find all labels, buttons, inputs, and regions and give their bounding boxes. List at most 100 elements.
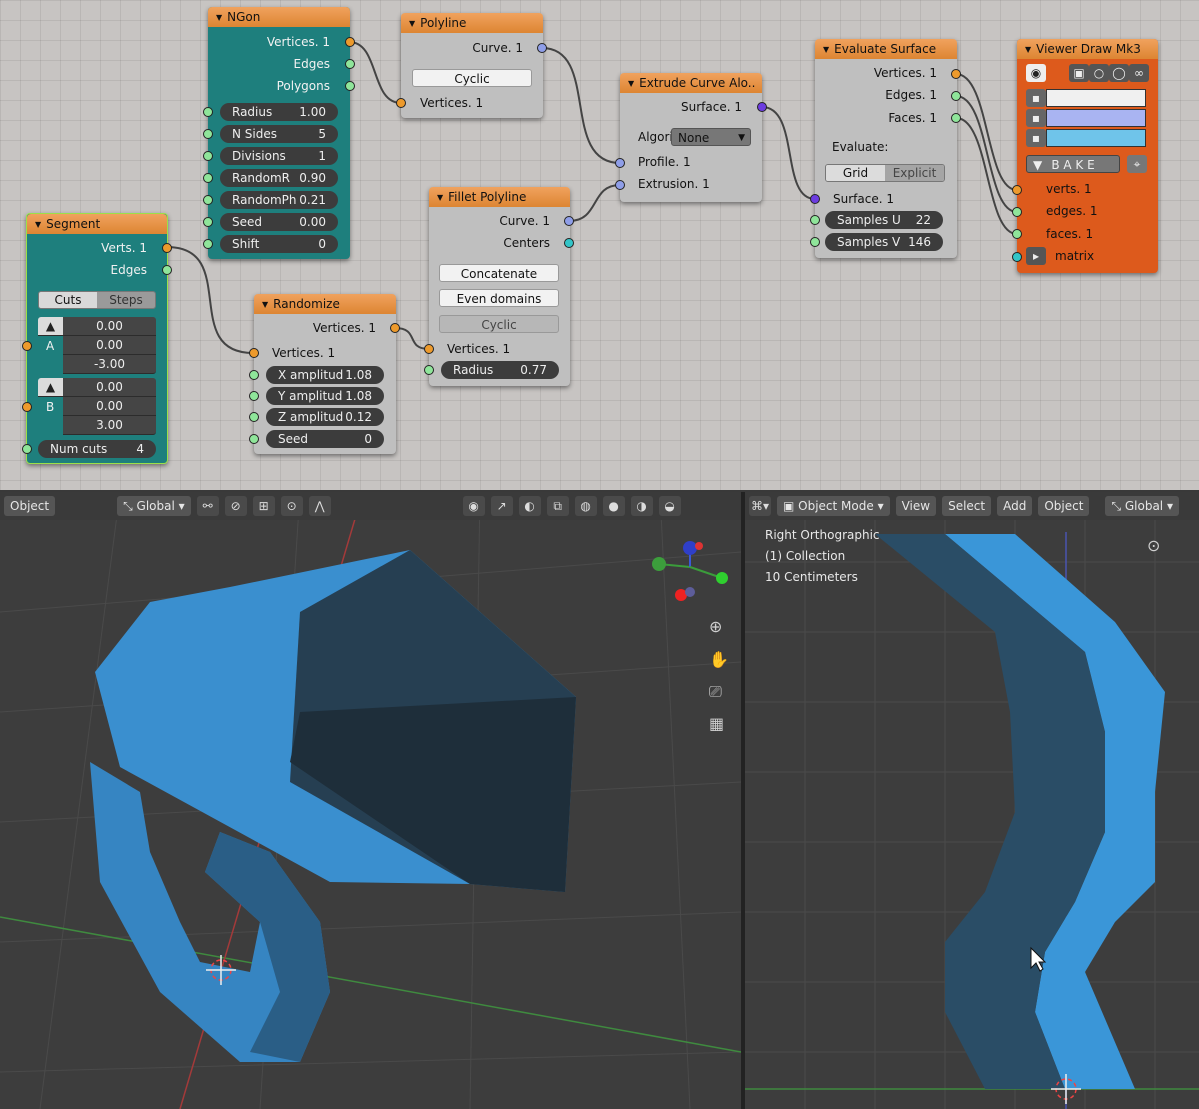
zoom-icon[interactable]: ⊕: [709, 617, 722, 636]
segment-verts-socket[interactable]: [162, 243, 172, 253]
randomize-x-socket[interactable]: [249, 370, 259, 380]
collapse-arrow-icon[interactable]: ▼: [262, 295, 268, 314]
evaluate-samples-u-socket[interactable]: [810, 215, 820, 225]
ngon-shift-field[interactable]: Shift 0: [220, 235, 338, 253]
gizmo-icon[interactable]: ↗: [490, 496, 513, 516]
extrude-extrusion-socket[interactable]: [615, 180, 625, 190]
viewer-faces-socket[interactable]: [1012, 229, 1022, 239]
edge-color-swatch[interactable]: [1046, 109, 1146, 127]
tab-grid[interactable]: Grid: [826, 165, 885, 181]
ngon-vertices-socket[interactable]: [345, 37, 355, 47]
ngon-seed-socket[interactable]: [203, 217, 213, 227]
ngon-node-header[interactable]: ▼ NGon: [208, 7, 350, 27]
segment-b-socket[interactable]: [22, 402, 32, 412]
segment-a-y[interactable]: 0.00: [63, 336, 156, 355]
randomize-y-field[interactable]: Y amplitud 1.08: [266, 387, 384, 405]
segment-a-toggle[interactable]: ▲: [38, 317, 63, 336]
randomize-y-socket[interactable]: [249, 391, 259, 401]
extrude-curve-node[interactable]: ▼ Extrude Curve Alo.. Surface. 1 Algori N…: [615, 73, 767, 202]
evaluate-node-header[interactable]: ▼ Evaluate Surface: [815, 39, 957, 59]
xray-icon[interactable]: ⧉: [546, 496, 569, 516]
ngon-radius-field[interactable]: Radius 1.00: [220, 103, 338, 121]
randomize-node-header[interactable]: ▼ Randomize: [254, 294, 396, 314]
matrix-icon[interactable]: ▸: [1026, 247, 1046, 265]
circle-icon[interactable]: ◯: [1109, 64, 1129, 82]
randomize-z-socket[interactable]: [249, 412, 259, 422]
segment-numcuts-socket[interactable]: [22, 444, 32, 454]
face-color-swatch[interactable]: [1046, 129, 1146, 147]
segment-edges-socket[interactable]: [162, 265, 172, 275]
snap-target-icon[interactable]: ⊞: [252, 496, 275, 516]
link-icon[interactable]: ∞: [1129, 64, 1149, 82]
viewport-right-orthographic[interactable]: ⌘▾ ▣ Object Mode ▾ View Select Add Objec…: [745, 492, 1199, 1109]
fillet-radius-socket[interactable]: [424, 365, 434, 375]
material-shading-icon[interactable]: ◑: [630, 496, 653, 516]
segment-b-y[interactable]: 0.00: [63, 397, 156, 416]
tab-cuts[interactable]: Cuts: [39, 292, 97, 308]
ngon-node[interactable]: ▼ NGon Vertices. 1 Edges Polygons Radius 1…: [203, 7, 355, 259]
ngon-seed-field[interactable]: Seed 0.00: [220, 213, 338, 231]
segment-b-x[interactable]: 0.00: [63, 378, 156, 397]
randomize-input-socket[interactable]: [249, 348, 259, 358]
cube-icon[interactable]: ▣: [1069, 64, 1089, 82]
collapse-arrow-icon[interactable]: ▼: [823, 40, 829, 59]
randomize-z-field[interactable]: Z amplitud 0.12: [266, 408, 384, 426]
face-color-icon[interactable]: ▪: [1026, 129, 1046, 147]
fillet-polyline-node[interactable]: ▼ Fillet Polyline Curve. 1 Centers Concat…: [424, 187, 574, 386]
segment-b-z[interactable]: 3.00: [63, 416, 156, 435]
sphere-icon[interactable]: ○: [1089, 64, 1109, 82]
ngon-shift-socket[interactable]: [203, 239, 213, 249]
polyline-node[interactable]: ▼ Polyline Curve. 1 Cyclic Vertices. 1: [396, 13, 547, 118]
collapse-arrow-icon[interactable]: ▼: [1025, 40, 1031, 59]
fillet-even-domains-toggle[interactable]: Even domains: [439, 289, 559, 307]
vertex-color-icon[interactable]: ▪: [1026, 89, 1046, 107]
evaluate-mode-tabs[interactable]: Grid Explicit: [825, 164, 945, 182]
fillet-curve-socket[interactable]: [564, 216, 574, 226]
pan-hand-icon[interactable]: ✋: [709, 650, 729, 669]
segment-a-z[interactable]: -3.00: [63, 355, 156, 374]
evaluate-edges-socket[interactable]: [951, 91, 961, 101]
object-menu[interactable]: Object: [1038, 496, 1090, 516]
extrude-profile-socket[interactable]: [615, 158, 625, 168]
randomize-output-socket[interactable]: [390, 323, 400, 333]
crosshair-icon[interactable]: ⌖: [1127, 155, 1147, 173]
evaluate-surface-node[interactable]: ▼ Evaluate Surface Vertices. 1 Edges. 1 F…: [810, 39, 961, 258]
view-center-icon[interactable]: ⊙: [1147, 536, 1160, 555]
viewer-verts-socket[interactable]: [1012, 185, 1022, 195]
segment-a-x[interactable]: 0.00: [63, 317, 156, 336]
vertex-color-swatch[interactable]: [1046, 89, 1146, 107]
viewer-matrix-socket[interactable]: [1012, 252, 1022, 262]
ngon-randomr-field[interactable]: RandomR 0.90: [220, 169, 338, 187]
polyline-node-header[interactable]: ▼ Polyline: [401, 13, 543, 33]
falloff-icon[interactable]: ⋀: [308, 496, 331, 516]
visibility-icon[interactable]: ◉: [462, 496, 485, 516]
fillet-radius-field[interactable]: Radius 0.77: [441, 361, 559, 379]
ngon-divisions-field[interactable]: Divisions 1: [220, 147, 338, 165]
select-menu[interactable]: Select: [942, 496, 992, 516]
viewer-edges-socket[interactable]: [1012, 207, 1022, 217]
collapse-arrow-icon[interactable]: ▼: [216, 8, 222, 27]
rendered-shading-icon[interactable]: ◒: [658, 496, 681, 516]
ngon-randomph-field[interactable]: RandomPh 0.21: [220, 191, 338, 209]
fillet-centers-socket[interactable]: [564, 238, 574, 248]
object-menu[interactable]: Object: [4, 496, 56, 516]
wireframe-shading-icon[interactable]: ◍: [574, 496, 597, 516]
ngon-radius-socket[interactable]: [203, 107, 213, 117]
ngon-nsides-socket[interactable]: [203, 129, 213, 139]
extrude-surface-socket[interactable]: [757, 102, 767, 112]
mode-select[interactable]: ▣ Object Mode ▾: [777, 496, 890, 516]
segment-a-socket[interactable]: [22, 341, 32, 351]
segment-node[interactable]: ▼ Segment Verts. 1 Edges Cuts Steps ▲ 0.0…: [22, 213, 172, 464]
segment-mode-tabs[interactable]: Cuts Steps: [38, 291, 156, 309]
collapse-arrow-icon[interactable]: ▼: [35, 215, 41, 234]
viewport-perspective[interactable]: Object ⤡ Global ▾ ⚯ ⊘ ⊞ ⊙ ⋀ ◉ ↗ ◐ ⧉ ◍ ● …: [0, 492, 741, 1109]
segment-b-toggle[interactable]: ▲: [38, 378, 63, 397]
polyline-vertices-socket[interactable]: [396, 98, 406, 108]
randomize-seed-socket[interactable]: [249, 434, 259, 444]
extrude-node-header[interactable]: ▼ Extrude Curve Alo..: [620, 73, 762, 93]
solid-shading-icon[interactable]: ●: [602, 496, 625, 516]
fillet-vertices-socket[interactable]: [424, 344, 434, 354]
collapse-arrow-icon[interactable]: ▼: [409, 14, 415, 33]
proportional-edit-icon[interactable]: ⊙: [280, 496, 303, 516]
view-menu[interactable]: View: [895, 496, 937, 516]
